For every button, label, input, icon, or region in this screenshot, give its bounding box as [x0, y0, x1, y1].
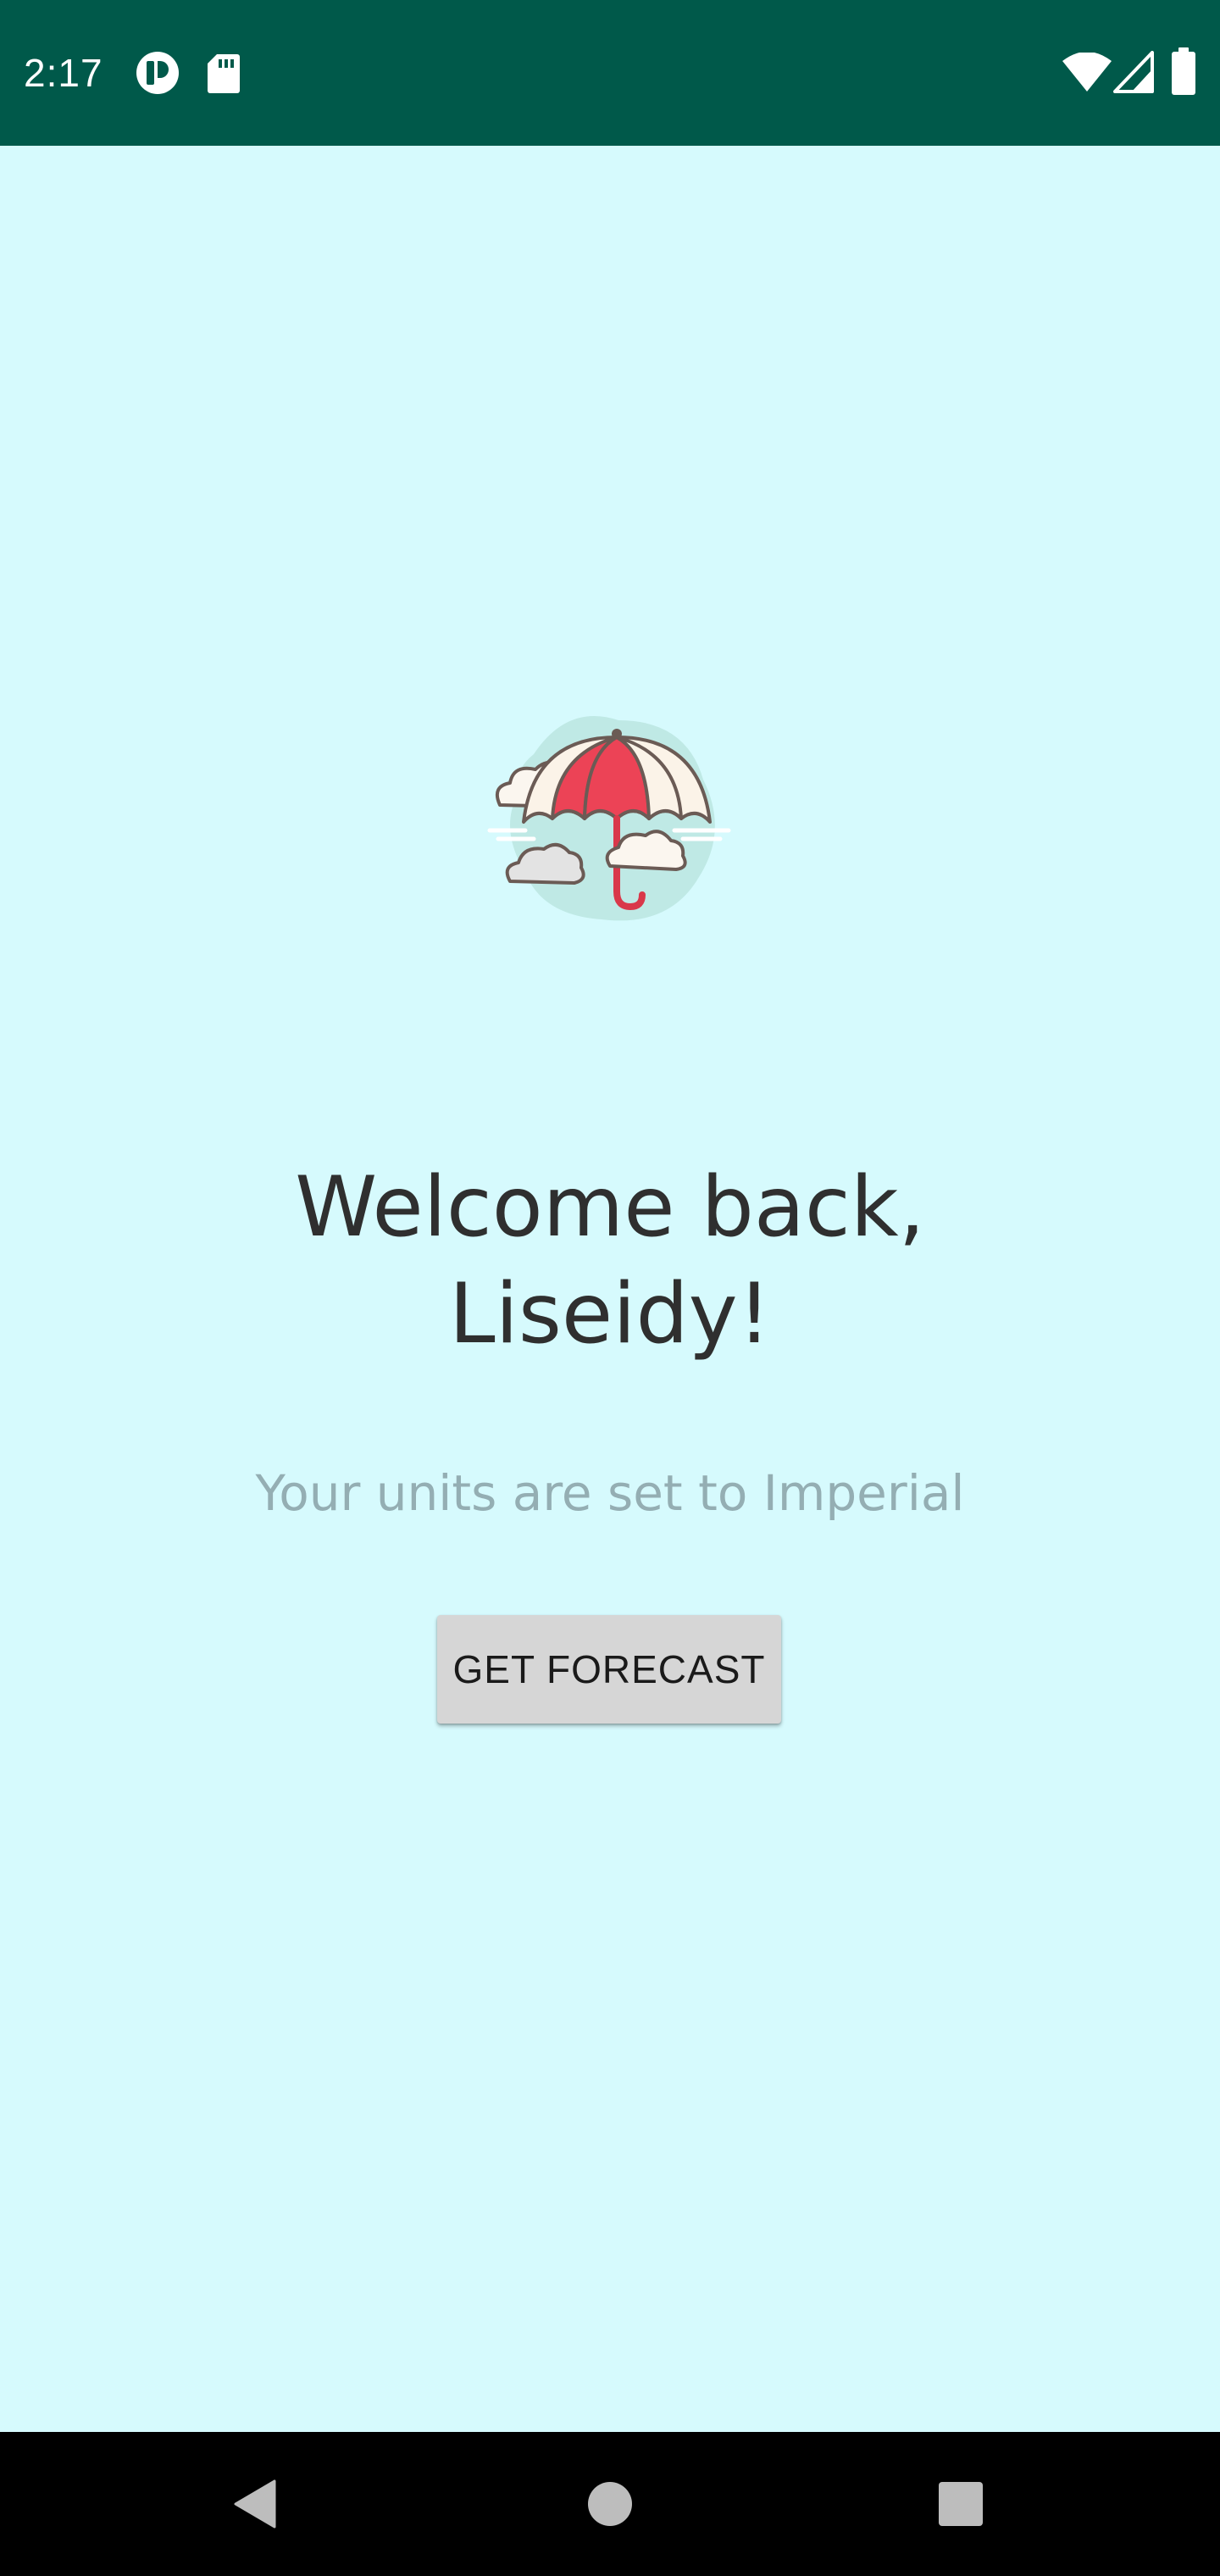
nav-home-button[interactable]	[508, 2432, 712, 2576]
home-icon	[588, 2482, 632, 2526]
get-forecast-button[interactable]: GET FORECAST	[437, 1615, 781, 1724]
recents-icon	[939, 2482, 983, 2526]
umbrella-clouds-icon	[487, 716, 731, 921]
status-bar: 2:17	[0, 0, 1220, 146]
back-icon	[234, 2479, 276, 2529]
welcome-title: Welcome back, Liseidy!	[102, 1154, 1118, 1368]
battery-icon	[1172, 47, 1195, 95]
nav-recents-button[interactable]	[859, 2432, 1062, 2576]
status-time: 2:17	[24, 51, 103, 95]
navigation-bar	[0, 2432, 1220, 2576]
welcome-line-2: Liseidy!	[449, 1266, 771, 1363]
notification-app-icon	[136, 52, 179, 94]
nav-back-button[interactable]	[152, 2432, 356, 2576]
welcome-line-1: Welcome back,	[295, 1159, 925, 1256]
units-setting-text: Your units are set to Imperial	[255, 1464, 965, 1522]
sd-card-icon	[208, 54, 240, 93]
cellular-signal-icon	[1113, 51, 1154, 93]
wifi-icon	[1062, 53, 1112, 92]
